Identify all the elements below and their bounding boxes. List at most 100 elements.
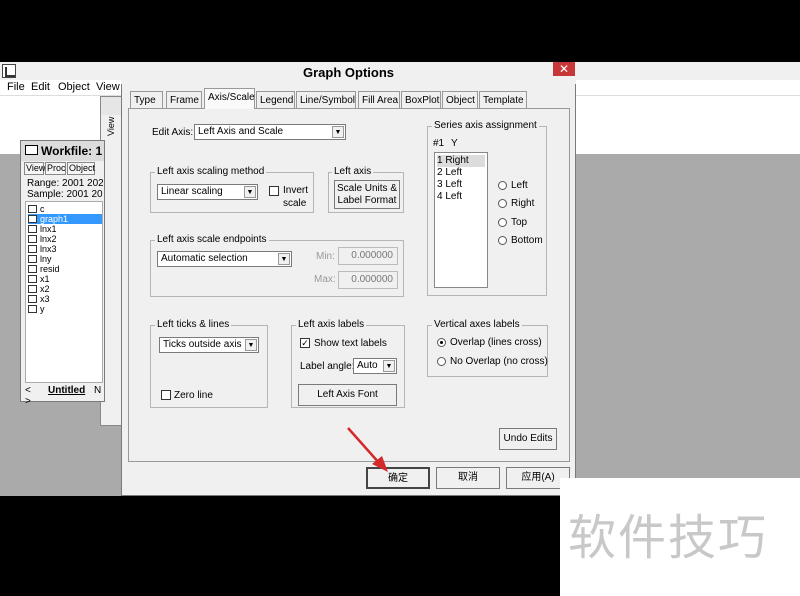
list-item[interactable]: c bbox=[28, 204, 45, 214]
list-item[interactable]: 2 Left bbox=[437, 167, 462, 179]
show-text-labels-label: Show text labels bbox=[314, 338, 387, 349]
axis-left-radio[interactable] bbox=[498, 181, 507, 190]
series-assignment-list[interactable]: 1 Right 2 Left 3 Left 4 Left bbox=[434, 152, 488, 288]
zero-line-checkbox[interactable] bbox=[161, 390, 171, 400]
axis-bottom-radio[interactable] bbox=[498, 236, 507, 245]
workfile-sample: Sample: 2001 202 bbox=[27, 189, 103, 200]
series-icon bbox=[28, 295, 37, 303]
scale-endpoints-select[interactable]: Automatic selection ▼ bbox=[157, 251, 292, 267]
tab-fill-area[interactable]: Fill Area bbox=[358, 91, 400, 109]
axis-right-radio[interactable] bbox=[498, 199, 507, 208]
tab-nav-arrows[interactable]: < > bbox=[25, 385, 31, 407]
vertical-axes-group bbox=[427, 325, 548, 377]
chevron-down-icon: ▼ bbox=[278, 253, 290, 265]
axis-top-radio[interactable] bbox=[498, 218, 507, 227]
chevron-down-icon: ▼ bbox=[244, 186, 256, 198]
cancel-button[interactable]: 取消 bbox=[436, 467, 500, 489]
list-item[interactable]: lnx2 bbox=[28, 234, 57, 244]
workfile-view-button[interactable]: View bbox=[24, 162, 45, 175]
left-axis-font-button[interactable]: Left Axis Font bbox=[298, 384, 397, 406]
series-icon bbox=[28, 225, 37, 233]
axis-bottom-label: Bottom bbox=[511, 235, 543, 246]
list-item[interactable]: 4 Left bbox=[437, 191, 462, 203]
undo-edits-button[interactable]: Undo Edits bbox=[499, 428, 557, 450]
axis-labels-title: Left axis labels bbox=[296, 319, 367, 330]
tab-axis-scale[interactable]: Axis/Scale bbox=[204, 88, 255, 109]
label-angle-select[interactable]: Auto ▼ bbox=[353, 358, 397, 374]
chevron-down-icon: ▼ bbox=[383, 360, 395, 372]
axis-right-label: Right bbox=[511, 198, 535, 209]
workfile-range: Range: 2001 202 bbox=[27, 178, 103, 189]
invert-scale-checkbox[interactable] bbox=[269, 186, 279, 196]
list-item[interactable]: x1 bbox=[28, 274, 50, 284]
scale-units-label: Scale Units & bbox=[336, 183, 398, 194]
invert-scale-label: scale bbox=[283, 198, 307, 209]
series-assignment-title: Series axis assignment bbox=[432, 120, 539, 131]
tab-boxplot[interactable]: BoxPlot bbox=[401, 91, 441, 109]
edit-axis-value: Left Axis and Scale bbox=[198, 126, 284, 137]
checkmark-icon: ✓ bbox=[301, 338, 309, 348]
edit-axis-label: Edit Axis: bbox=[152, 127, 194, 138]
tab-legend[interactable]: Legend bbox=[256, 91, 295, 109]
menu-file[interactable]: File bbox=[7, 81, 25, 93]
show-text-labels-checkbox[interactable]: ✓ bbox=[300, 338, 310, 348]
scale-endpoints-value: Automatic selection bbox=[161, 253, 248, 264]
scaling-method-value: Linear scaling bbox=[161, 186, 223, 197]
axis-top-label: Top bbox=[511, 217, 528, 228]
scale-endpoints-title: Left axis scale endpoints bbox=[155, 234, 269, 245]
workfile-proc-button[interactable]: Proc bbox=[45, 162, 66, 175]
series-icon bbox=[28, 255, 37, 263]
series-header-y: Y bbox=[451, 138, 458, 149]
close-button[interactable]: ✕ bbox=[553, 62, 575, 76]
list-item[interactable]: resid bbox=[28, 264, 60, 274]
list-item[interactable]: lny bbox=[28, 254, 52, 264]
tab-type[interactable]: Type bbox=[130, 91, 163, 109]
menu-view[interactable]: View bbox=[96, 81, 120, 93]
label-format-label: Label Format bbox=[337, 195, 397, 206]
list-item[interactable]: lnx3 bbox=[28, 244, 57, 254]
tab-template[interactable]: Template bbox=[479, 91, 527, 109]
scaling-method-title: Left axis scaling method bbox=[155, 166, 267, 177]
ticks-select[interactable]: Ticks outside axis ▼ bbox=[159, 337, 259, 353]
list-item[interactable]: 1 Right bbox=[437, 155, 485, 167]
invert-label: Invert bbox=[283, 185, 309, 196]
overlap-radio[interactable] bbox=[437, 338, 446, 347]
chevron-down-icon: ▼ bbox=[245, 339, 257, 351]
tab-object[interactable]: Object bbox=[442, 91, 478, 109]
tab-next[interactable]: N bbox=[94, 385, 101, 396]
graph-icon bbox=[28, 215, 37, 223]
edit-axis-select[interactable]: Left Axis and Scale ▼ bbox=[194, 124, 346, 140]
chevron-down-icon: ▼ bbox=[332, 126, 344, 138]
close-icon: ✕ bbox=[558, 62, 570, 76]
ticks-lines-title: Left ticks & lines bbox=[155, 319, 232, 330]
app-logo-icon bbox=[2, 64, 16, 78]
workfile-object-list[interactable]: c graph1 lnx1 lnx2 lnx3 lny resid x1 x2 … bbox=[25, 201, 103, 383]
min-input[interactable]: 0.000000 bbox=[338, 247, 398, 265]
list-item[interactable]: graph1 bbox=[28, 214, 102, 224]
label-angle-value: Auto bbox=[357, 360, 378, 371]
menu-edit[interactable]: Edit bbox=[31, 81, 50, 93]
tab-untitled[interactable]: Untitled bbox=[48, 385, 85, 396]
background-window-view-label[interactable]: View bbox=[106, 117, 116, 136]
background-window-title bbox=[101, 97, 121, 115]
overlap-label: Overlap (lines cross) bbox=[450, 337, 542, 348]
list-item[interactable]: x3 bbox=[28, 294, 50, 304]
tab-line-symbol[interactable]: Line/Symbol bbox=[296, 91, 356, 109]
watermark-text: 软件技巧 bbox=[568, 510, 769, 566]
list-item[interactable]: x2 bbox=[28, 284, 50, 294]
scaling-method-select[interactable]: Linear scaling ▼ bbox=[157, 184, 258, 200]
workfile-object-button[interactable]: Object bbox=[67, 162, 95, 175]
list-item[interactable]: y bbox=[28, 304, 45, 314]
series-icon bbox=[28, 265, 37, 273]
menu-object[interactable]: Object bbox=[58, 81, 90, 93]
axis-left-label: Left bbox=[511, 180, 528, 191]
list-item[interactable]: 3 Left bbox=[437, 179, 462, 191]
no-overlap-radio[interactable] bbox=[437, 357, 446, 366]
scale-units-button[interactable]: Scale Units & Label Format bbox=[334, 180, 400, 209]
series-icon bbox=[28, 235, 37, 243]
dialog-title: Graph Options bbox=[121, 62, 576, 84]
tab-frame[interactable]: Frame bbox=[166, 91, 202, 109]
max-input[interactable]: 0.000000 bbox=[338, 271, 398, 289]
list-item[interactable]: lnx1 bbox=[28, 224, 57, 234]
series-icon bbox=[28, 245, 37, 253]
